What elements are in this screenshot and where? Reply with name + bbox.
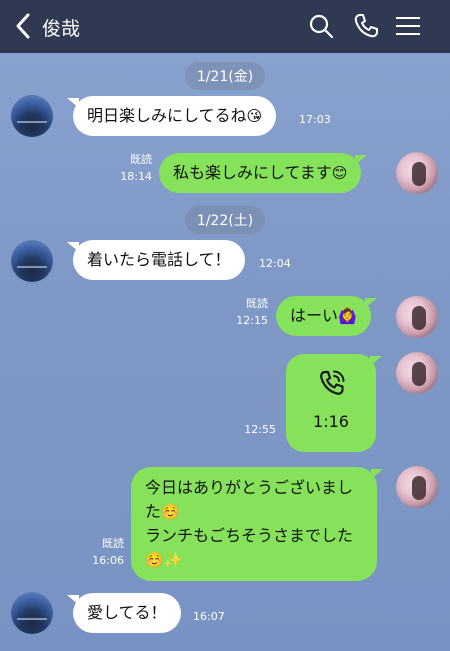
read-receipt: 既読	[102, 537, 124, 550]
message-time: 12:15	[236, 314, 268, 327]
message-bubble-received[interactable]: 着いたら電話して！	[67, 240, 245, 280]
message-text: ランチもごちそうさまでした	[145, 526, 354, 545]
message-time: 16:06	[92, 554, 124, 567]
message-text: 明日楽しみにしてるね	[87, 106, 247, 125]
user-avatar[interactable]	[396, 466, 438, 508]
message-time: 17:03	[299, 113, 331, 126]
menu-icon[interactable]	[394, 12, 422, 40]
contact-avatar[interactable]	[11, 240, 53, 282]
read-receipt: 既読	[130, 153, 152, 166]
user-avatar[interactable]	[396, 352, 438, 394]
relieved-sparkles-emoji: ☺️✨	[145, 551, 183, 569]
message-text: 私も楽しみにしてます	[173, 163, 332, 182]
message-text: はーい	[290, 306, 339, 325]
message-bubble-received[interactable]: 明日楽しみにしてるね😘	[66, 96, 277, 136]
message-time: 12:55	[244, 423, 276, 436]
read-receipt: 既読	[246, 297, 268, 310]
kiss-emoji: 😘	[246, 107, 263, 125]
message-text: 今日はありがとうございまし	[145, 478, 354, 497]
message-bubble-sent[interactable]: はーい🙆‍♀️	[276, 296, 377, 336]
user-avatar[interactable]	[396, 296, 438, 338]
phone-call-icon	[320, 370, 345, 395]
message-time: 12:04	[259, 257, 291, 270]
message-bubble-received[interactable]: 愛してる！	[67, 593, 181, 633]
message-time: 18:14	[120, 170, 152, 183]
relieved-emoji: ☺️	[161, 503, 180, 521]
chat-header: 俊哉	[0, 0, 450, 53]
search-icon[interactable]	[307, 12, 335, 40]
chat-title: 俊哉	[42, 18, 81, 40]
message-text: 愛してる！	[87, 603, 167, 622]
message-text: 着いたら電話して！	[87, 250, 231, 269]
message-time: 16:07	[193, 610, 225, 623]
message-text: た	[145, 502, 162, 521]
phone-call-icon[interactable]	[352, 12, 380, 40]
back-chevron-icon[interactable]	[12, 12, 34, 40]
contact-avatar[interactable]	[11, 592, 53, 634]
voice-call-bubble[interactable]: 1:16	[286, 354, 382, 452]
date-separator: 1/21(金)	[184, 62, 266, 90]
message-bubble-sent[interactable]: 私も楽しみにしてます😊	[159, 153, 368, 193]
user-avatar[interactable]	[396, 152, 438, 194]
call-duration: 1:16	[313, 412, 349, 431]
date-separator: 1/22(土)	[184, 206, 266, 234]
contact-avatar[interactable]	[11, 95, 53, 137]
smile-emoji: 😊	[331, 164, 348, 182]
message-bubble-sent[interactable]: 今日はありがとうございまし た☺️ ランチもごちそうさまでした ☺️✨	[131, 467, 383, 581]
ok-gesture-emoji: 🙆‍♀️	[338, 307, 357, 325]
